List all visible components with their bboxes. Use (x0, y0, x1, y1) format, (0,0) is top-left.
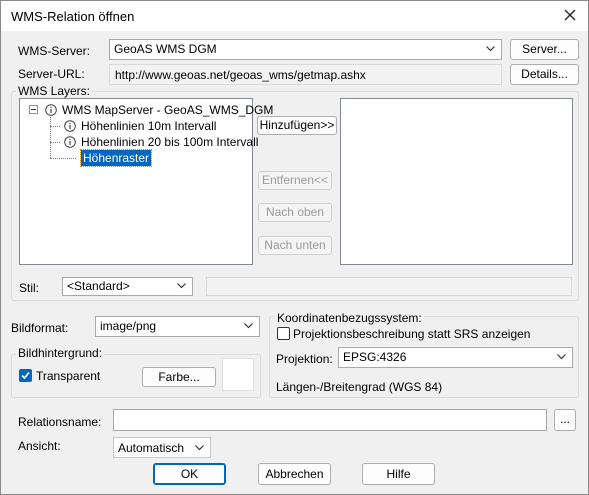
chevron-down-icon (177, 283, 186, 289)
style-select[interactable]: <Standard> (62, 277, 193, 296)
tree-connector (50, 158, 76, 159)
projection-select[interactable]: EPSG:4326 (338, 347, 573, 368)
wms-server-select[interactable]: GeoAS WMS DGM (109, 39, 502, 60)
projection-value: EPSG:4326 (343, 350, 407, 364)
chevron-down-icon (244, 323, 253, 329)
image-format-value: image/png (100, 319, 157, 333)
tree-item-layer-1[interactable]: Höhenlinien 10m Intervall (81, 119, 216, 133)
tree-item-layer-2[interactable]: Höhenlinien 20 bis 100m Intervall (81, 135, 258, 149)
style-label: Stil: (19, 281, 40, 295)
move-down-button[interactable]: Nach unten (258, 236, 332, 255)
image-format-label: Bildformat: (11, 321, 69, 335)
wms-server-value: GeoAS WMS DGM (114, 42, 217, 56)
chevron-down-icon (195, 445, 204, 451)
tree-connector (50, 126, 60, 127)
relation-name-label: Relationsname: (18, 415, 102, 429)
view-select[interactable]: Automatisch (113, 437, 211, 458)
layers-tree[interactable]: WMS MapServer - GeoAS_WMS_DGM Höhenlinie… (19, 98, 273, 265)
ok-button[interactable]: OK (153, 463, 226, 485)
wms-server-label: WMS-Server: (18, 44, 90, 58)
view-value: Automatisch (118, 441, 185, 455)
server-url-label: Server-URL: (18, 67, 85, 81)
details-button[interactable]: Details... (510, 64, 579, 85)
wms-layers-label: WMS Layers: (16, 84, 93, 98)
color-button[interactable]: Farbe... (142, 367, 216, 387)
crs-description: Längen-/Breitengrad (WGS 84) (276, 380, 443, 394)
transparent-label[interactable]: Transparent (36, 369, 100, 383)
server-url-field[interactable]: http://www.geoas.net/geoas_wms/getmap.as… (109, 64, 502, 85)
move-up-button[interactable]: Nach oben (258, 203, 332, 222)
chevron-down-icon (486, 46, 495, 52)
projection-label: Projektion: (276, 352, 333, 366)
tree-root-label[interactable]: WMS MapServer - GeoAS_WMS_DGM (62, 103, 273, 117)
view-label: Ansicht: (18, 439, 61, 453)
color-swatch[interactable] (222, 358, 254, 391)
add-layer-button[interactable]: Hinzufügen>> (257, 116, 337, 135)
transparent-checkbox[interactable] (19, 369, 32, 382)
style-value: <Standard> (67, 279, 130, 293)
help-button[interactable]: Hilfe (362, 463, 435, 485)
title-bar: WMS-Relation öffnen (1, 1, 588, 31)
dialog: WMS-Relation öffnen WMS-Server: GeoAS WM… (0, 0, 589, 495)
projection-description-label[interactable]: Projektionsbeschreibung statt SRS anzeig… (293, 327, 530, 341)
checkmark-icon (21, 371, 30, 380)
selected-layers-list[interactable] (340, 98, 573, 265)
image-background-label: Bildhintergrund: (16, 346, 105, 360)
tree-item-layer-3-selected[interactable]: Höhenraster (79, 149, 153, 167)
info-icon (64, 136, 76, 148)
tree-connector (50, 142, 60, 143)
server-url-value: http://www.geoas.net/geoas_wms/getmap.as… (115, 68, 366, 82)
tree-connector (50, 117, 51, 158)
crs-label: Koordinatenbezugssystem: (275, 311, 424, 325)
collapse-icon[interactable] (29, 105, 38, 114)
window-title: WMS-Relation öffnen (11, 9, 135, 24)
server-button[interactable]: Server... (510, 39, 579, 60)
remove-layer-button[interactable]: Entfernen<< (258, 171, 332, 190)
image-format-select[interactable]: image/png (95, 316, 260, 337)
cancel-button[interactable]: Abbrechen (258, 463, 331, 485)
projection-description-checkbox[interactable] (277, 327, 290, 340)
style-description-field (206, 277, 572, 296)
relation-name-input[interactable] (113, 409, 547, 431)
close-icon[interactable] (562, 7, 578, 23)
info-icon (45, 104, 57, 116)
browse-button[interactable]: ... (554, 409, 576, 431)
info-icon (64, 120, 76, 132)
chevron-down-icon (557, 354, 566, 360)
